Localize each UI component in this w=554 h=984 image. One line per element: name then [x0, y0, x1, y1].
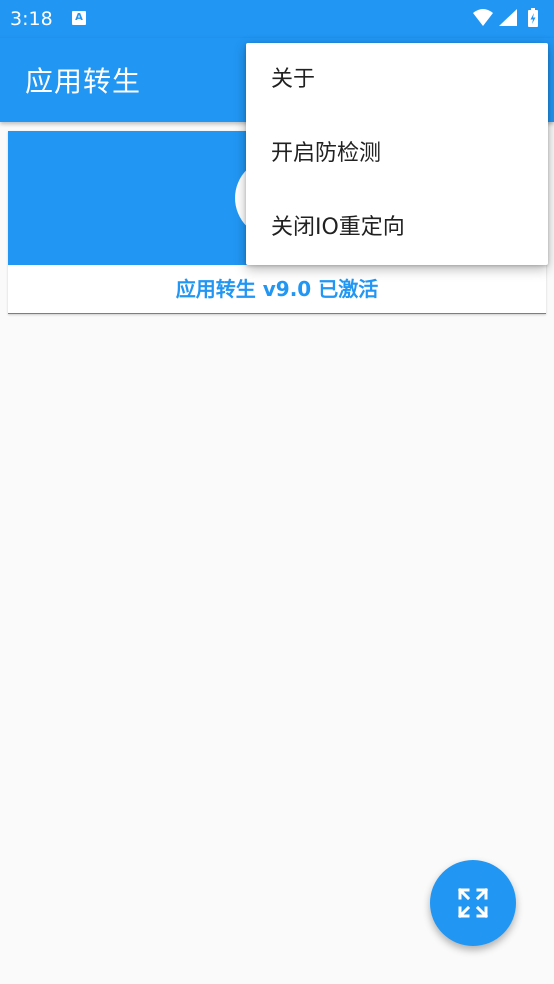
battery-charging-icon — [528, 8, 538, 27]
activation-status-text: 应用转生 v9.0 已激活 — [175, 277, 379, 301]
app-title: 应用转生 — [25, 65, 142, 98]
menu-item-about[interactable]: 关于 — [246, 43, 548, 117]
a-notification-icon: A — [72, 11, 86, 25]
signal-icon — [499, 9, 517, 26]
status-icons — [472, 7, 546, 29]
menu-item-enable-anti-detection[interactable]: 开启防检测 — [246, 117, 548, 191]
status-bar: 3:18 A — [0, 0, 554, 38]
menu-item-disable-io-redirect[interactable]: 关闭IO重定向 — [246, 191, 548, 265]
expand-arrows-icon — [457, 887, 489, 919]
overflow-menu: 关于 开启防检测 关闭IO重定向 — [246, 43, 548, 265]
status-time: 3:18 — [10, 8, 53, 30]
fab-expand-button[interactable] — [430, 860, 516, 946]
wifi-icon — [473, 9, 493, 26]
